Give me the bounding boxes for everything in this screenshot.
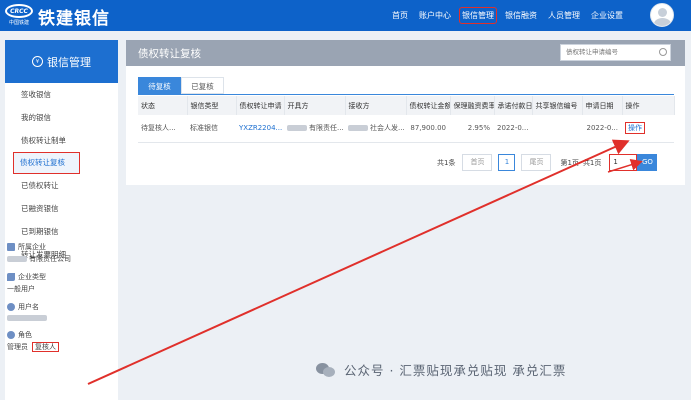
cell-issuer-text: 有限责任... <box>309 124 344 133</box>
sidebar-header: ¥ 银信管理 <box>5 40 118 83</box>
redacted-receiver <box>348 125 368 132</box>
role-value: 管理员 <box>7 343 28 351</box>
username-row: 用户名 <box>7 302 113 312</box>
col-status: 状态 <box>138 96 188 115</box>
pagination: 共1条 首页 1 尾页 第1页 共1页 1 GO <box>437 154 658 171</box>
watermark: 公众号 · 汇票贴现承兑贴现 承兑汇票 <box>316 360 566 379</box>
col-apply-date: 申请日期 <box>582 96 623 115</box>
cell-shared-no <box>532 115 582 143</box>
nav-account-center[interactable]: 账户中心 <box>419 10 451 21</box>
col-promise-date: 承诺付款日 <box>494 96 533 115</box>
redacted-username <box>7 315 47 321</box>
sidebar-item-sign-receive[interactable]: 签收银信 <box>5 83 118 106</box>
table-header-row: 状态 银信类型 债权转让申请 开具方 接收方 债权转让金额 保理融资费率 承诺付… <box>138 96 675 115</box>
company-value-line: 有限责任公司 <box>7 254 113 264</box>
role-value-line: 管理员 复核人 <box>7 342 113 352</box>
sidebar-title: 银信管理 <box>47 55 91 69</box>
col-amount: 债权转让金额 <box>406 96 451 115</box>
sidebar-item-transfer-review[interactable]: 债权转让复核 <box>13 152 80 174</box>
review-table: 状态 银信类型 债权转让申请 开具方 接收方 债权转让金额 保理融资费率 承诺付… <box>138 96 675 143</box>
account-info-panel: 所属企业 有限责任公司 企业类型 一般用户 用户名 角色 管理员 复核人 <box>7 242 113 360</box>
type-row: 企业类型 <box>7 272 113 282</box>
cell-promise-date: 2022-0... <box>494 115 532 143</box>
company-row: 所属企业 <box>7 242 113 252</box>
tab-bar: 待复核 已复核 <box>138 77 224 94</box>
col-application-no: 债权转让申请 <box>236 96 285 115</box>
logo-subtitle: 中国铁建 <box>8 20 29 26</box>
cell-receiver-text: 社会人发... <box>370 124 405 133</box>
sidebar-item-transfer-create[interactable]: 债权转让制单 <box>5 129 118 152</box>
last-page-button[interactable]: 尾页 <box>521 154 552 171</box>
role-icon <box>7 331 15 339</box>
cell-type: 标准银信 <box>187 115 236 143</box>
nav-company-settings[interactable]: 企业设置 <box>591 10 623 21</box>
cell-status: 待复核人... <box>138 115 187 143</box>
col-receiver: 接收方 <box>345 96 407 115</box>
sidebar-item-transferred[interactable]: 已债权转让 <box>5 174 118 197</box>
current-page-text: 第1页 <box>560 158 579 167</box>
redacted-block <box>7 256 27 262</box>
wechat-icon <box>316 362 336 378</box>
company-value: 有限责任公司 <box>29 255 71 263</box>
role-row: 角色 <box>7 330 113 340</box>
nav-yinxin-financing[interactable]: 银信融资 <box>505 10 537 21</box>
role-label: 角色 <box>18 331 32 339</box>
col-issuer: 开具方 <box>284 96 346 115</box>
type-value: 一般用户 <box>7 285 35 293</box>
yinxin-icon: ¥ <box>32 56 43 67</box>
nav-yinxin-management[interactable]: 银信管理 <box>459 7 497 24</box>
sidebar-item-my-yinxin[interactable]: 我的银信 <box>5 106 118 129</box>
top-navbar: CRCC 中国铁建 铁建银信 首页 账户中心 银信管理 银信融资 人员管理 企业… <box>0 0 691 31</box>
operate-link[interactable]: 操作 <box>625 122 645 135</box>
username-label: 用户名 <box>18 303 39 311</box>
cell-amount: 87,900.00 <box>406 115 450 143</box>
avatar-head <box>658 8 667 17</box>
role-reviewer: 复核人 <box>32 342 59 352</box>
nav-personnel[interactable]: 人员管理 <box>548 10 580 21</box>
logo-mark: CRCC <box>5 4 33 18</box>
user-avatar[interactable] <box>650 3 674 27</box>
cell-fee-rate: 2.95% <box>450 115 494 143</box>
main-nav: 首页 账户中心 银信管理 银信融资 人员管理 企业设置 <box>392 0 634 31</box>
cell-receiver: 社会人发... <box>345 115 406 143</box>
tab-pending-review[interactable]: 待复核 <box>138 77 181 94</box>
tab-reviewed[interactable]: 已复核 <box>181 77 224 94</box>
cell-apply-date: 2022-0... <box>582 115 622 143</box>
search-placeholder: 债权转让申请编号 <box>566 48 618 56</box>
cell-issuer: 有限责任... <box>284 115 345 143</box>
sidebar-menu: 签收银信 我的银信 债权转让制单 债权转让复核 已债权转让 已融资银信 已到期银… <box>5 83 118 266</box>
brand-name: 铁建银信 <box>38 9 110 29</box>
type-label: 企业类型 <box>18 273 46 281</box>
cell-application-no[interactable]: YXZR2204... <box>236 115 284 143</box>
go-button[interactable]: GO <box>637 154 658 171</box>
company-label: 所属企业 <box>18 243 46 251</box>
sidebar-item-expired[interactable]: 已到期银信 <box>5 220 118 243</box>
company-logo: CRCC 中国铁建 <box>5 4 33 26</box>
redacted-issuer <box>287 125 307 132</box>
sidebar-item-financed[interactable]: 已融资银信 <box>5 197 118 220</box>
first-page-button[interactable]: 首页 <box>462 154 493 171</box>
watermark-text: 公众号 · 汇票贴现承兑贴现 承兑汇票 <box>344 363 567 378</box>
col-action: 操作 <box>622 96 675 115</box>
main-panel: 债权转让复核 债权转让申请编号 待复核 已复核 状态 银信类型 债权转让申请 开… <box>126 40 685 185</box>
page-number-button[interactable]: 1 <box>498 154 516 171</box>
building-icon <box>7 243 15 251</box>
col-type: 银信类型 <box>187 96 237 115</box>
tag-icon <box>7 273 15 281</box>
username-value-line <box>7 314 113 322</box>
user-icon <box>7 303 15 311</box>
page-title: 债权转让复核 <box>138 47 201 60</box>
table-row: 待复核人... 标准银信 YXZR2204... 有限责任... 社会人发...… <box>138 115 674 143</box>
col-fee-rate: 保理融资费率 <box>450 96 495 115</box>
nav-home[interactable]: 首页 <box>392 10 408 21</box>
search-icon[interactable] <box>659 48 667 56</box>
search-input[interactable]: 债权转让申请编号 <box>560 44 671 61</box>
total-count: 共1条 <box>437 158 456 167</box>
total-pages-text: 共1页 <box>582 158 602 167</box>
tab-underline <box>138 94 674 95</box>
page-jump-input[interactable]: 1 <box>609 154 638 171</box>
cell-action: 操作 <box>622 115 674 143</box>
avatar-body <box>654 18 671 26</box>
col-shared-no: 共享银信编号 <box>532 96 583 115</box>
